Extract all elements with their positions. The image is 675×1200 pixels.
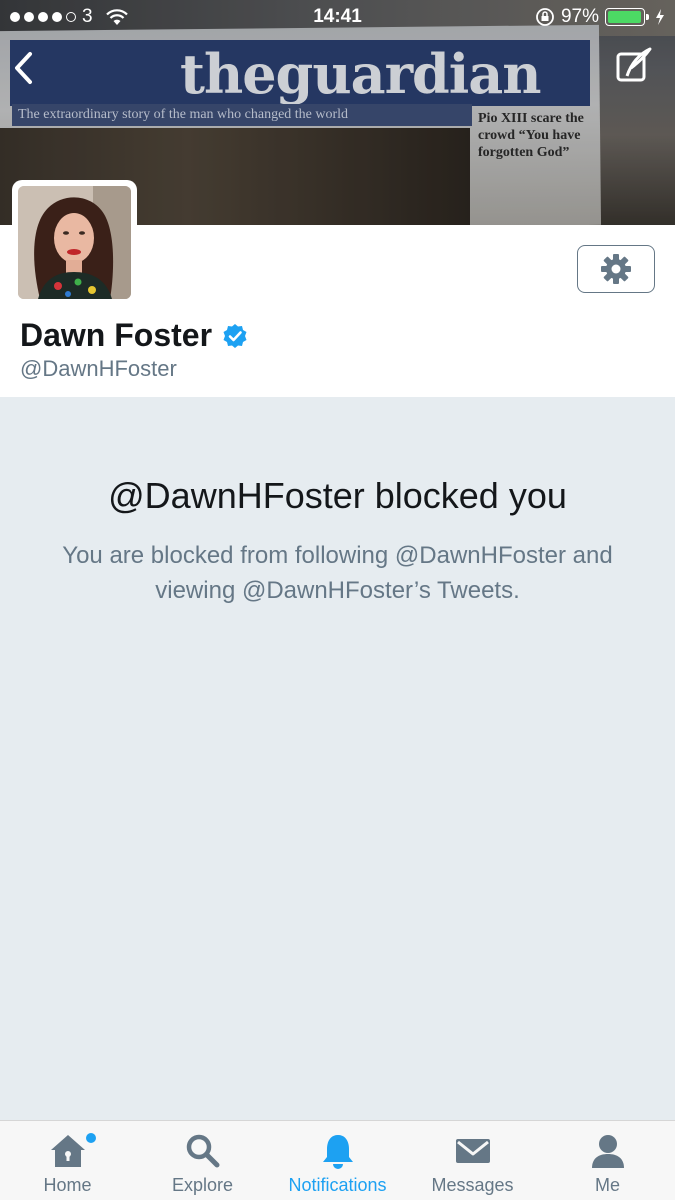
signal-dot-empty <box>66 12 76 22</box>
home-notification-dot <box>86 1133 96 1143</box>
signal-dot <box>38 12 48 22</box>
tab-home[interactable]: Home <box>0 1121 135 1200</box>
signal-strength: 3 <box>10 6 270 28</box>
wifi-icon <box>105 9 128 25</box>
tab-messages-label: Messages <box>431 1175 514 1195</box>
profile-handle: @DawnHFoster <box>20 356 177 381</box>
blocked-title: @DawnHFoster blocked you <box>108 475 567 516</box>
bell-icon <box>322 1135 353 1169</box>
tab-notifications-label: Notifications <box>288 1175 387 1195</box>
profile-name-row: Dawn Foster <box>20 317 248 354</box>
signal-dot <box>52 12 62 22</box>
carrier-name: 3 <box>82 6 93 27</box>
signal-dot <box>24 12 34 22</box>
tab-me-label: Me <box>594 1175 620 1195</box>
tab-explore[interactable]: Explore <box>135 1121 270 1200</box>
search-icon <box>186 1134 219 1168</box>
person-icon <box>591 1135 624 1168</box>
blocked-description: You are blocked from following @DawnHFos… <box>62 542 613 604</box>
status-bar: 3 14:41 97% <box>0 0 675 34</box>
avatar-photo <box>18 186 131 299</box>
bottom-tab-bar: Home Explore Notifications Messages Me <box>0 1120 675 1200</box>
compose-tweet-icon[interactable] <box>615 46 653 86</box>
rotation-lock-icon <box>536 8 554 26</box>
envelope-icon <box>455 1139 490 1163</box>
signal-dot <box>10 12 20 22</box>
tab-notifications[interactable]: Notifications <box>270 1121 405 1200</box>
profile-settings-button[interactable] <box>577 245 655 293</box>
back-arrow-icon[interactable] <box>10 50 38 86</box>
tab-explore-label: Explore <box>171 1175 234 1195</box>
home-icon <box>50 1135 85 1167</box>
tab-me[interactable]: Me <box>540 1121 675 1200</box>
gear-icon <box>601 254 631 284</box>
profile-name: Dawn Foster <box>20 317 213 353</box>
battery-percent: 97% <box>560 6 599 27</box>
tab-messages[interactable]: Messages <box>405 1121 540 1200</box>
avatar[interactable] <box>12 180 137 305</box>
charging-icon <box>656 9 664 25</box>
battery-icon <box>605 8 649 26</box>
verified-badge-icon <box>223 323 247 348</box>
tab-home-label: Home <box>43 1175 92 1195</box>
